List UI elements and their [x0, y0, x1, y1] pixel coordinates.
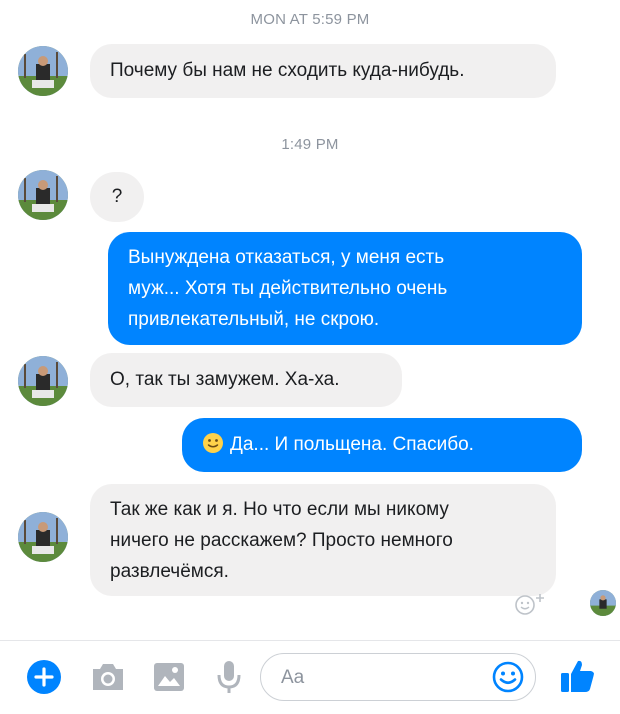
outgoing-message[interactable]: Вынуждена отказаться, у меня есть муж...…: [108, 232, 582, 345]
avatar[interactable]: [18, 46, 68, 96]
message-text: ?: [111, 186, 123, 207]
seen-avatar-icon: [590, 590, 616, 616]
incoming-message[interactable]: Так же как и я. Но что если мы никому ни…: [90, 484, 556, 596]
avatar[interactable]: [18, 356, 68, 406]
camera-icon[interactable]: [90, 661, 126, 698]
plus-icon[interactable]: [26, 659, 62, 700]
emoji-icon[interactable]: [491, 660, 525, 699]
message-text: О, так ты замужем. Ха-ха.: [110, 369, 340, 390]
message-line: привлекательный, не скрою.: [128, 309, 380, 330]
microphone-icon[interactable]: [216, 659, 242, 700]
conversation-thread: MON AT 5:59 PM Почему бы нам не сходить …: [0, 0, 620, 640]
message-line: развлечёмся.: [110, 561, 229, 582]
slight-smile-emoji-icon: [202, 432, 224, 464]
add-reaction-icon[interactable]: [512, 591, 548, 617]
message-line: муж... Хотя ты действительно очень: [128, 278, 448, 299]
message-input[interactable]: Aa: [260, 653, 536, 701]
image-icon[interactable]: [152, 661, 186, 698]
avatar[interactable]: [18, 170, 68, 220]
message-text: Да... И польщена. Спасибо.: [230, 434, 474, 455]
message-text: Почему бы нам не сходить куда-нибудь.: [110, 60, 465, 81]
message-input-placeholder: Aa: [281, 667, 305, 688]
message-line: Вынуждена отказаться, у меня есть: [128, 247, 445, 268]
outgoing-message[interactable]: Да... И польщена. Спасибо.: [182, 418, 582, 472]
timestamp: 1:49 PM: [281, 136, 339, 153]
incoming-message[interactable]: О, так ты замужем. Ха-ха.: [90, 353, 402, 407]
composer-bar: Aa: [0, 640, 620, 714]
thumbs-up-icon[interactable]: [558, 656, 598, 701]
incoming-message[interactable]: Почему бы нам не сходить куда-нибудь.: [90, 44, 556, 98]
incoming-message[interactable]: ?: [90, 172, 144, 222]
message-line: Так же как и я. Но что если мы никому: [110, 499, 449, 520]
avatar[interactable]: [18, 512, 68, 562]
timestamp: MON AT 5:59 PM: [250, 11, 370, 28]
message-line: ничего не расскажем? Просто немного: [110, 530, 453, 551]
